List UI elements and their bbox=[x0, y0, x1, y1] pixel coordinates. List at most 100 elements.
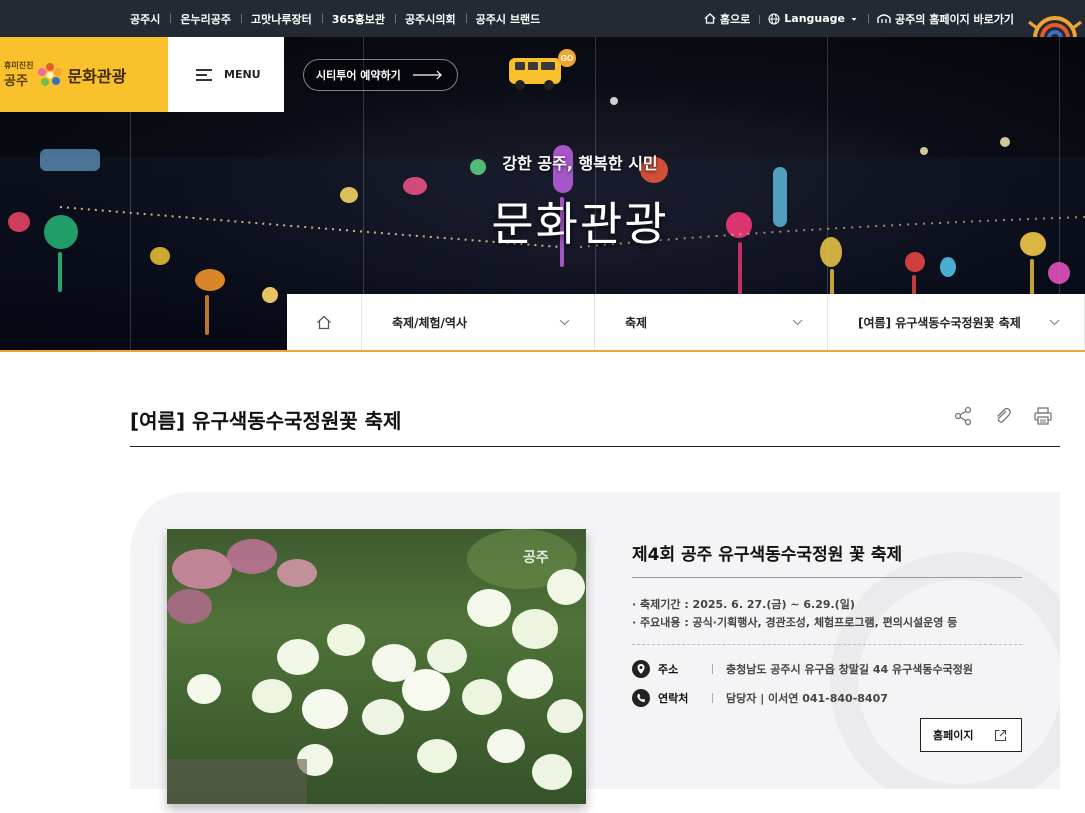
breadcrumb: 축제/체험/역사 축제 [여름] 유구색동수국정원꽃 축제 bbox=[287, 294, 1085, 350]
flower-logo-icon bbox=[38, 62, 63, 86]
print-button[interactable] bbox=[1033, 406, 1053, 426]
hydrangea-bloom bbox=[277, 639, 319, 675]
hydrangea-bloom bbox=[187, 674, 221, 704]
breadcrumb-current[interactable]: [여름] 유구색동수국정원꽃 축제 bbox=[828, 294, 1085, 350]
home-link[interactable]: 홈으로 bbox=[695, 11, 759, 27]
link-market[interactable]: 고맛나루장터 bbox=[240, 11, 322, 27]
breadcrumb-home[interactable] bbox=[287, 294, 362, 350]
share-icon bbox=[954, 406, 972, 426]
share-button[interactable] bbox=[953, 406, 973, 426]
hydrangea-bloom bbox=[427, 639, 467, 673]
hydrangea-bloom bbox=[547, 699, 583, 733]
lantern-light bbox=[1048, 262, 1070, 284]
address-value: 충청남도 공주시 유구읍 창말길 44 유구색동수국정원 bbox=[726, 663, 973, 676]
festival-title: 제4회 공주 유구색동수국정원 꽃 축제 bbox=[632, 545, 903, 565]
hydrangea-bloom bbox=[487, 729, 525, 763]
breadcrumb-label: 축제 bbox=[625, 315, 648, 330]
festival-photo: 공주 bbox=[167, 529, 586, 804]
breadcrumb-label: [여름] 유구색동수국정원꽃 축제 bbox=[858, 315, 1021, 330]
logo-slogan-block: 휴미진진 공주 bbox=[4, 61, 33, 89]
logo-city: 공주 bbox=[4, 73, 28, 89]
breadcrumb-category[interactable]: 축제/체험/역사 bbox=[362, 294, 595, 350]
homepage-label: 공주의 홈페이지 바로가기 bbox=[895, 12, 1014, 26]
city-tour-button[interactable]: 시티투어 예약하기 bbox=[303, 59, 458, 91]
hydrangea-bloom bbox=[172, 549, 232, 589]
chevron-down-icon bbox=[1049, 319, 1060, 325]
home-icon bbox=[317, 315, 331, 329]
hydrangea-bloom bbox=[417, 739, 457, 773]
homepage-button-label: 홈페이지 bbox=[933, 729, 974, 742]
external-link-icon bbox=[994, 729, 1007, 741]
hydrangea-bloom bbox=[302, 689, 348, 729]
attach-button[interactable] bbox=[993, 406, 1013, 426]
separator bbox=[712, 693, 713, 703]
homepage-link[interactable]: 공주의 홈페이지 바로가기 bbox=[868, 11, 1023, 27]
bus-icon[interactable]: GO bbox=[505, 48, 580, 96]
hydrangea-bloom bbox=[547, 569, 585, 605]
hero-title: 문화관광 bbox=[491, 197, 669, 251]
hydrangea-bloom bbox=[277, 559, 317, 587]
hydrangea-bloom bbox=[532, 754, 572, 790]
menu-button[interactable]: MENU bbox=[168, 37, 284, 112]
city-tour-label: 시티투어 예약하기 bbox=[316, 69, 401, 82]
hero-subtitle: 강한 공주, 행복한 시민 bbox=[502, 154, 658, 173]
link-brand[interactable]: 공주시 브랜드 bbox=[465, 11, 551, 27]
home-label: 홈으로 bbox=[719, 12, 751, 26]
info-divider bbox=[632, 644, 1022, 645]
arrow-right-icon bbox=[412, 70, 442, 80]
top-bar: 공주시 온누리공주 고맛나루장터 365홍보관 공주시의회 공주시 브랜드 홈으… bbox=[0, 0, 1085, 38]
globe-icon bbox=[768, 12, 780, 25]
phone-icon bbox=[632, 689, 650, 707]
contact-label: 연락처 bbox=[658, 692, 689, 705]
location-pin-icon bbox=[632, 660, 650, 678]
link-onnuri[interactable]: 온누리공주 bbox=[170, 11, 241, 27]
hydrangea-bloom bbox=[252, 679, 292, 713]
link-365[interactable]: 365홍보관 bbox=[321, 11, 395, 27]
address-row: 주소 충청남도 공주시 유구읍 창말길 44 유구색동수국정원 bbox=[632, 660, 973, 678]
link-gongju[interactable]: 공주시 bbox=[130, 11, 170, 27]
lantern-light bbox=[195, 269, 225, 291]
top-utility: 홈으로 Language 공주의 홈페이지 바로가기 bbox=[695, 0, 1023, 37]
lantern-light bbox=[610, 97, 618, 105]
contact-row: 연락처 담당자 | 이서연 041-840-8407 bbox=[632, 689, 888, 707]
address-label: 주소 bbox=[658, 663, 679, 676]
lantern-light bbox=[262, 287, 278, 303]
sun-logo-icon bbox=[1028, 16, 1082, 38]
site-logo[interactable]: 휴미진진 공주 문화관광 bbox=[0, 37, 168, 112]
caret-down-icon bbox=[851, 17, 857, 21]
lantern-light bbox=[920, 147, 928, 155]
title-divider bbox=[130, 446, 1060, 447]
hydrangea-bloom bbox=[167, 589, 212, 624]
header-accent-line bbox=[0, 350, 1085, 352]
gate-icon bbox=[877, 14, 891, 23]
breadcrumb-subcategory[interactable]: 축제 bbox=[595, 294, 828, 350]
chevron-down-icon bbox=[559, 319, 570, 325]
logo-title: 문화관광 bbox=[67, 66, 127, 86]
hydrangea-bloom bbox=[402, 669, 450, 711]
language-label: Language bbox=[784, 12, 846, 25]
language-select[interactable]: Language bbox=[759, 12, 868, 25]
contact-value: 담당자 | 이서연 041-840-8407 bbox=[726, 692, 888, 705]
breadcrumb-label: 축제/체험/역사 bbox=[392, 315, 468, 330]
festival-period: · 축제기간 : 2025. 6. 27.(금) ~ 6.29.(일) bbox=[632, 598, 855, 611]
photo-watermark: 공주 bbox=[523, 550, 549, 566]
hydrangea-bloom bbox=[467, 589, 511, 627]
lantern-light bbox=[40, 149, 100, 171]
lantern-light bbox=[1000, 137, 1010, 147]
link-council[interactable]: 공주시의회 bbox=[395, 11, 466, 27]
light-reflection bbox=[205, 295, 209, 335]
go-badge: GO bbox=[561, 54, 573, 63]
separator bbox=[712, 664, 713, 674]
hydrangea-bloom bbox=[327, 624, 365, 656]
home-icon bbox=[704, 13, 716, 24]
hydrangea-bloom bbox=[512, 609, 558, 649]
hydrangea-bloom bbox=[462, 679, 502, 715]
festival-content: · 주요내용 : 공식·기획행사, 경관조성, 체험프로그램, 편의시설운영 등 bbox=[632, 616, 958, 629]
homepage-button[interactable]: 홈페이지 bbox=[920, 718, 1022, 752]
hero-heading: 강한 공주, 행복한 시민 문화관광 bbox=[440, 150, 720, 254]
chevron-down-icon bbox=[792, 319, 803, 325]
page-tools bbox=[953, 406, 1053, 426]
hamburger-icon bbox=[196, 66, 212, 84]
hydrangea-bloom bbox=[362, 699, 404, 735]
hydrangea-bloom bbox=[507, 659, 553, 699]
